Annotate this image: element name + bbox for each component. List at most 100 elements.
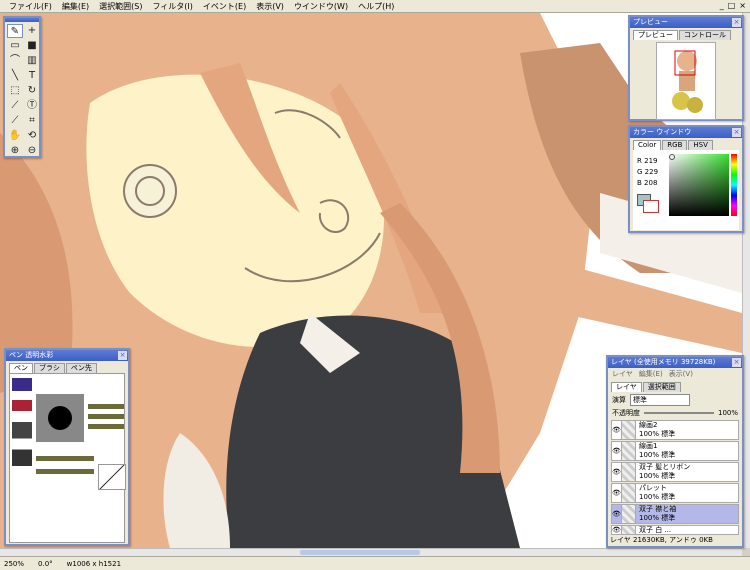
- layer-blend-info: 100% 標準: [639, 493, 676, 501]
- layer-menu-edit[interactable]: 編集(E): [639, 369, 663, 379]
- texture-slider[interactable]: [36, 469, 94, 474]
- gradient-icon[interactable]: ▥: [24, 54, 40, 68]
- color-tabs: Color RGB HSV: [630, 138, 742, 150]
- layer-blend-info: 100% 標準: [639, 430, 676, 438]
- rectangle-select-icon[interactable]: ▭: [7, 39, 23, 53]
- tab-brush[interactable]: ブラシ: [34, 363, 65, 373]
- rotation-angle: 0.0°: [38, 559, 53, 568]
- green-value: 229: [644, 168, 659, 176]
- layer-row[interactable]: 👁 双子 白 ...: [611, 525, 739, 535]
- text-vertical-icon[interactable]: Ⓣ: [24, 99, 40, 113]
- select-rect-icon[interactable]: ⬚: [7, 84, 23, 98]
- density-slider[interactable]: [88, 424, 124, 429]
- opacity-slider-track[interactable]: [644, 412, 714, 414]
- tab-pen[interactable]: ペン: [9, 363, 33, 373]
- menu-file[interactable]: ファイル(F): [4, 0, 57, 13]
- picker-cursor: [669, 154, 675, 160]
- zoom-in-icon[interactable]: ⊕: [7, 144, 23, 158]
- layer-titlebar: レイヤ (全使用メモリ 39728KB) ×: [608, 357, 742, 368]
- close-button[interactable]: ×: [739, 1, 746, 10]
- lasso-icon[interactable]: ⌒: [7, 54, 23, 68]
- preview-thumbnail[interactable]: [656, 42, 716, 120]
- text-tool-icon[interactable]: T: [24, 69, 40, 83]
- horizontal-scroll-thumb[interactable]: [300, 550, 420, 555]
- menu-window[interactable]: ウインドウ(W): [289, 0, 353, 13]
- blue-value: 208: [644, 179, 658, 187]
- layer-menu-view[interactable]: 表示(V): [669, 369, 693, 379]
- menu-edit[interactable]: 編集(E): [57, 0, 94, 13]
- curve-graph[interactable]: [98, 464, 126, 490]
- preview-tabs: プレビュー コントロール: [630, 28, 742, 40]
- opacity-label: 不透明度: [612, 409, 640, 417]
- eye-icon[interactable]: 👁: [612, 463, 622, 481]
- layer-row[interactable]: 👁 線画1 100% 標準: [611, 441, 739, 461]
- layer-row[interactable]: 👁 パレット 100% 標準: [611, 483, 739, 503]
- layer-name: 双子 襟と袖: [639, 505, 677, 513]
- eye-icon[interactable]: 👁: [612, 505, 622, 523]
- maximize-button[interactable]: □: [728, 1, 736, 10]
- menu-filter[interactable]: フィルタ(I): [147, 0, 197, 13]
- menu-view[interactable]: 表示(V): [251, 0, 289, 13]
- layer-menu-layer[interactable]: レイヤ: [612, 369, 633, 379]
- menu-selection[interactable]: 選択範囲(S): [94, 0, 147, 13]
- menu-event[interactable]: イベント(E): [198, 0, 251, 13]
- crop-icon[interactable]: ⌗: [24, 114, 40, 128]
- layer-row[interactable]: 👁 双子 髪とリボン 100% 標準: [611, 462, 739, 482]
- brush-list[interactable]: [12, 378, 32, 488]
- menu-help[interactable]: ヘルプ(H): [353, 0, 399, 13]
- layer-thumbnail: [622, 463, 636, 481]
- blue-label: B: [637, 179, 642, 187]
- opacity-value: 100%: [717, 409, 738, 417]
- line-tool-icon[interactable]: ╲: [7, 69, 23, 83]
- horizontal-scrollbar[interactable]: [0, 548, 742, 556]
- tab-pen-tip[interactable]: ペン先: [65, 363, 97, 373]
- close-icon[interactable]: ×: [732, 18, 741, 27]
- secondary-color-swatch[interactable]: [643, 200, 659, 213]
- hue-slider[interactable]: [731, 154, 737, 216]
- layer-thumbnail: [622, 442, 636, 460]
- layer-list: 👁 線画2 100% 標準 👁 線画1 100% 標準 👁 双子 髪とリボン 1…: [608, 420, 742, 535]
- fill-rect-icon[interactable]: ■: [24, 39, 40, 53]
- tab-rgb[interactable]: RGB: [662, 140, 688, 150]
- opacity-slider[interactable]: [88, 414, 124, 419]
- blend-row: 演算 標準: [608, 392, 742, 408]
- tab-hsv[interactable]: HSV: [688, 140, 713, 150]
- hand-icon[interactable]: ✋: [7, 129, 23, 143]
- pen-titlebar: ペン 透明水彩 ×: [6, 350, 128, 361]
- zoom-out-icon[interactable]: ⊖: [24, 144, 40, 158]
- blend-slider[interactable]: [36, 456, 94, 461]
- eye-icon[interactable]: 👁: [612, 421, 622, 439]
- layer-name: 双子 髪とリボン: [639, 463, 691, 471]
- pencil-tool-icon[interactable]: ✎: [7, 24, 23, 38]
- minimize-button[interactable]: _: [720, 1, 724, 10]
- saturation-value-picker[interactable]: [669, 154, 729, 216]
- rotate-view-icon[interactable]: ⟲: [24, 129, 40, 143]
- tab-control[interactable]: コントロール: [679, 30, 731, 40]
- layer-footer: レイヤ 21630KB, アンドゥ 0KB: [610, 536, 713, 544]
- layer-row[interactable]: 👁 線画2 100% 標準: [611, 420, 739, 440]
- eye-icon[interactable]: 👁: [612, 484, 622, 502]
- layer-name: 線画1: [639, 442, 658, 450]
- move-tool-icon[interactable]: +: [24, 24, 40, 38]
- close-icon[interactable]: ×: [118, 351, 127, 360]
- size-slider[interactable]: [88, 404, 124, 409]
- blend-select[interactable]: 標準: [630, 394, 690, 406]
- eyedropper-icon[interactable]: ⟋: [7, 114, 23, 128]
- eye-icon[interactable]: 👁: [612, 526, 622, 534]
- tab-color[interactable]: Color: [633, 140, 662, 150]
- rotate-icon[interactable]: ↻: [24, 84, 40, 98]
- pen-body: [9, 373, 126, 543]
- pen-panel: ペン 透明水彩 × ペン ブラシ ペン先: [4, 348, 130, 546]
- close-icon[interactable]: ×: [732, 358, 741, 367]
- tab-layer[interactable]: レイヤ: [611, 382, 642, 392]
- tab-preview[interactable]: プレビュー: [633, 30, 678, 40]
- preview-image: [672, 50, 703, 113]
- layer-row-selected[interactable]: 👁 双子 襟と袖 100% 標準: [611, 504, 739, 524]
- close-icon[interactable]: ×: [732, 128, 741, 137]
- tab-selection[interactable]: 選択範囲: [642, 382, 681, 392]
- layer-thumbnail: [622, 505, 636, 523]
- tool-grid: ✎ + ▭ ■ ⌒ ▥ ╲ T ⬚ ↻ ⟋ Ⓣ ⟋ ⌗ ✋ ⟲ ⊕ ⊖: [5, 22, 39, 160]
- eye-icon[interactable]: 👁: [612, 442, 622, 460]
- brush-line-icon[interactable]: ⟋: [7, 99, 23, 113]
- layer-menu: レイヤ 編集(E) 表示(V): [608, 368, 742, 380]
